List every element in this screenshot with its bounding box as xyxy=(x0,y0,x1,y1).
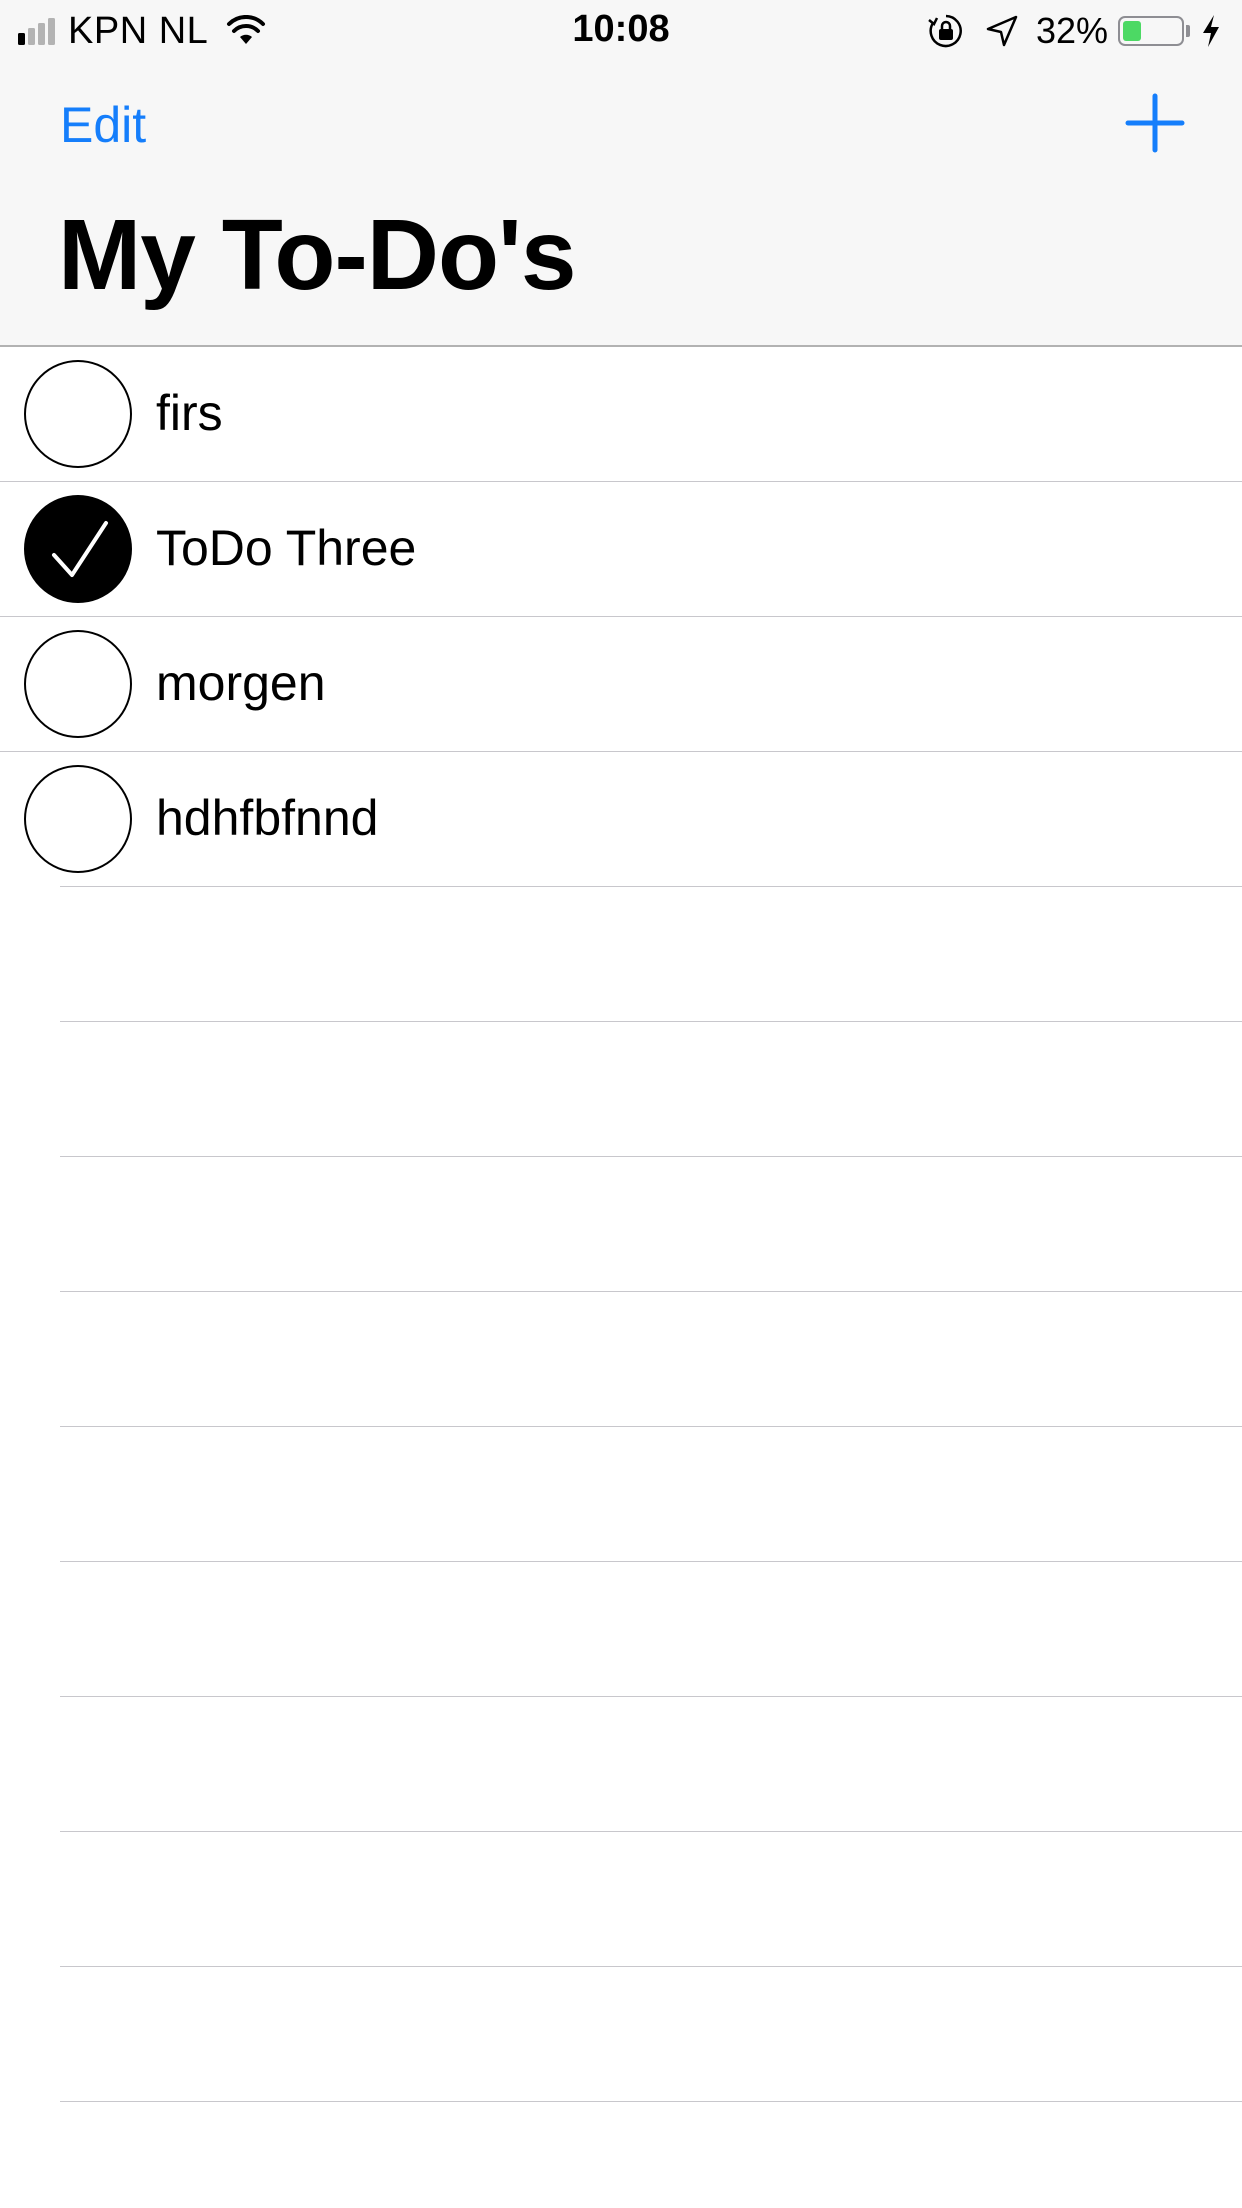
todo-checkbox[interactable] xyxy=(24,495,132,603)
todo-row[interactable]: firs xyxy=(0,347,1242,482)
battery-percentage: 32% xyxy=(1035,10,1108,51)
todo-row[interactable]: morgen xyxy=(0,617,1242,752)
empty-row xyxy=(0,1562,1242,1697)
status-right-group: 32% xyxy=(928,10,1222,52)
empty-row xyxy=(0,1022,1242,1157)
empty-row xyxy=(0,1292,1242,1427)
todo-label: morgen xyxy=(156,655,326,711)
battery-icon xyxy=(1118,16,1184,46)
plus-icon[interactable] xyxy=(1124,92,1186,154)
todo-label: hdhfbfnnd xyxy=(156,790,379,846)
orientation-lock-icon xyxy=(928,14,962,48)
todo-checkbox[interactable] xyxy=(24,765,132,873)
page-title: My To-Do's xyxy=(58,199,576,311)
empty-row xyxy=(0,1967,1242,2102)
battery-level-fill xyxy=(1123,21,1141,41)
empty-row xyxy=(0,1697,1242,1832)
empty-row xyxy=(0,887,1242,1022)
location-arrow-icon xyxy=(986,15,1018,47)
status-bar: KPN NL 10:08 32% xyxy=(0,0,1242,62)
navigation-header: KPN NL 10:08 32% Edit My To-Do's xyxy=(0,0,1242,347)
todo-label: ToDo Three xyxy=(156,520,417,576)
todo-checkbox[interactable] xyxy=(24,630,132,738)
todo-row[interactable]: ToDo Three xyxy=(0,482,1242,617)
todo-label: firs xyxy=(156,385,223,441)
todo-list: firs ToDo Three morgen hdhfbfnnd xyxy=(0,347,1242,2102)
checkmark-icon xyxy=(52,521,108,577)
empty-row xyxy=(0,1832,1242,1967)
empty-row xyxy=(0,1157,1242,1292)
todo-checkbox[interactable] xyxy=(24,360,132,468)
battery-tip xyxy=(1186,25,1190,37)
empty-row xyxy=(0,1427,1242,1562)
edit-button[interactable]: Edit xyxy=(60,96,146,154)
charging-bolt-icon xyxy=(1203,15,1219,47)
todo-row[interactable]: hdhfbfnnd xyxy=(0,752,1242,887)
